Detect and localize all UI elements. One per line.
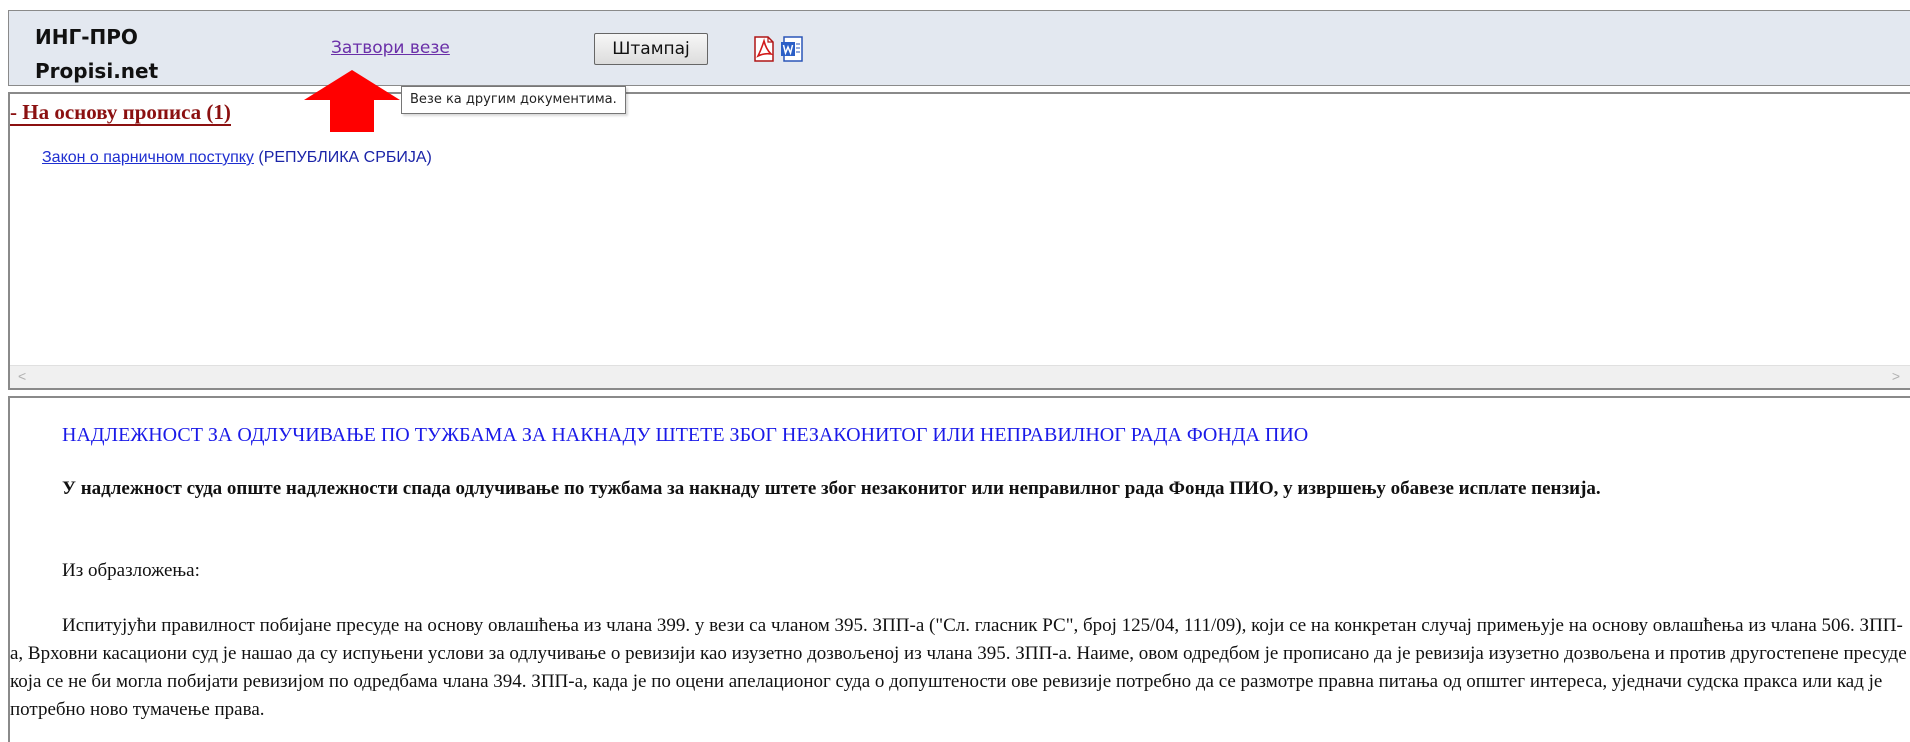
- reference-suffix: (РЕПУБЛИКА СРБИЈА): [253, 149, 432, 166]
- document-paragraph: Испитујући правилност побијане пресуде н…: [10, 615, 1907, 720]
- reference-item: Закон о парничном поступку (РЕПУБЛИКА СР…: [42, 149, 432, 167]
- horizontal-scrollbar[interactable]: < >: [10, 365, 1910, 388]
- brand-line-1: ИНГ-ПРО: [35, 25, 138, 49]
- scroll-right-icon[interactable]: >: [1892, 368, 1900, 384]
- document-panel: НАДЛЕЖНОСТ ЗА ОДЛУЧИВАЊЕ ПО ТУЖБАМА ЗА Н…: [8, 396, 1910, 742]
- document-summary: У надлежност суда опште надлежности спад…: [62, 478, 1601, 499]
- links-panel: - На основу прописа (1) Закон о парнично…: [8, 92, 1910, 390]
- close-links-link[interactable]: Затвори везе: [331, 38, 450, 58]
- reference-link[interactable]: Закон о парничном поступку: [42, 149, 254, 166]
- tooltip: Везе ка другим документима.: [401, 86, 626, 114]
- print-button[interactable]: Штампај: [594, 33, 708, 65]
- section-heading[interactable]: - На основу прописа (1): [10, 100, 231, 126]
- reasons-label: Из образложења:: [62, 560, 200, 581]
- brand-logo: ИНГ-ПРО Propisi.net: [35, 19, 158, 87]
- document-title: НАДЛЕЖНОСТ ЗА ОДЛУЧИВАЊЕ ПО ТУЖБАМА ЗА Н…: [62, 424, 1309, 446]
- word-icon[interactable]: [780, 36, 804, 62]
- top-toolbar: ИНГ-ПРО Propisi.net: [8, 10, 1910, 86]
- scroll-left-icon[interactable]: <: [18, 368, 26, 384]
- brand-line-2: Propisi.net: [35, 59, 159, 83]
- red-arrow-icon: [304, 70, 400, 132]
- pdf-icon[interactable]: [752, 36, 776, 62]
